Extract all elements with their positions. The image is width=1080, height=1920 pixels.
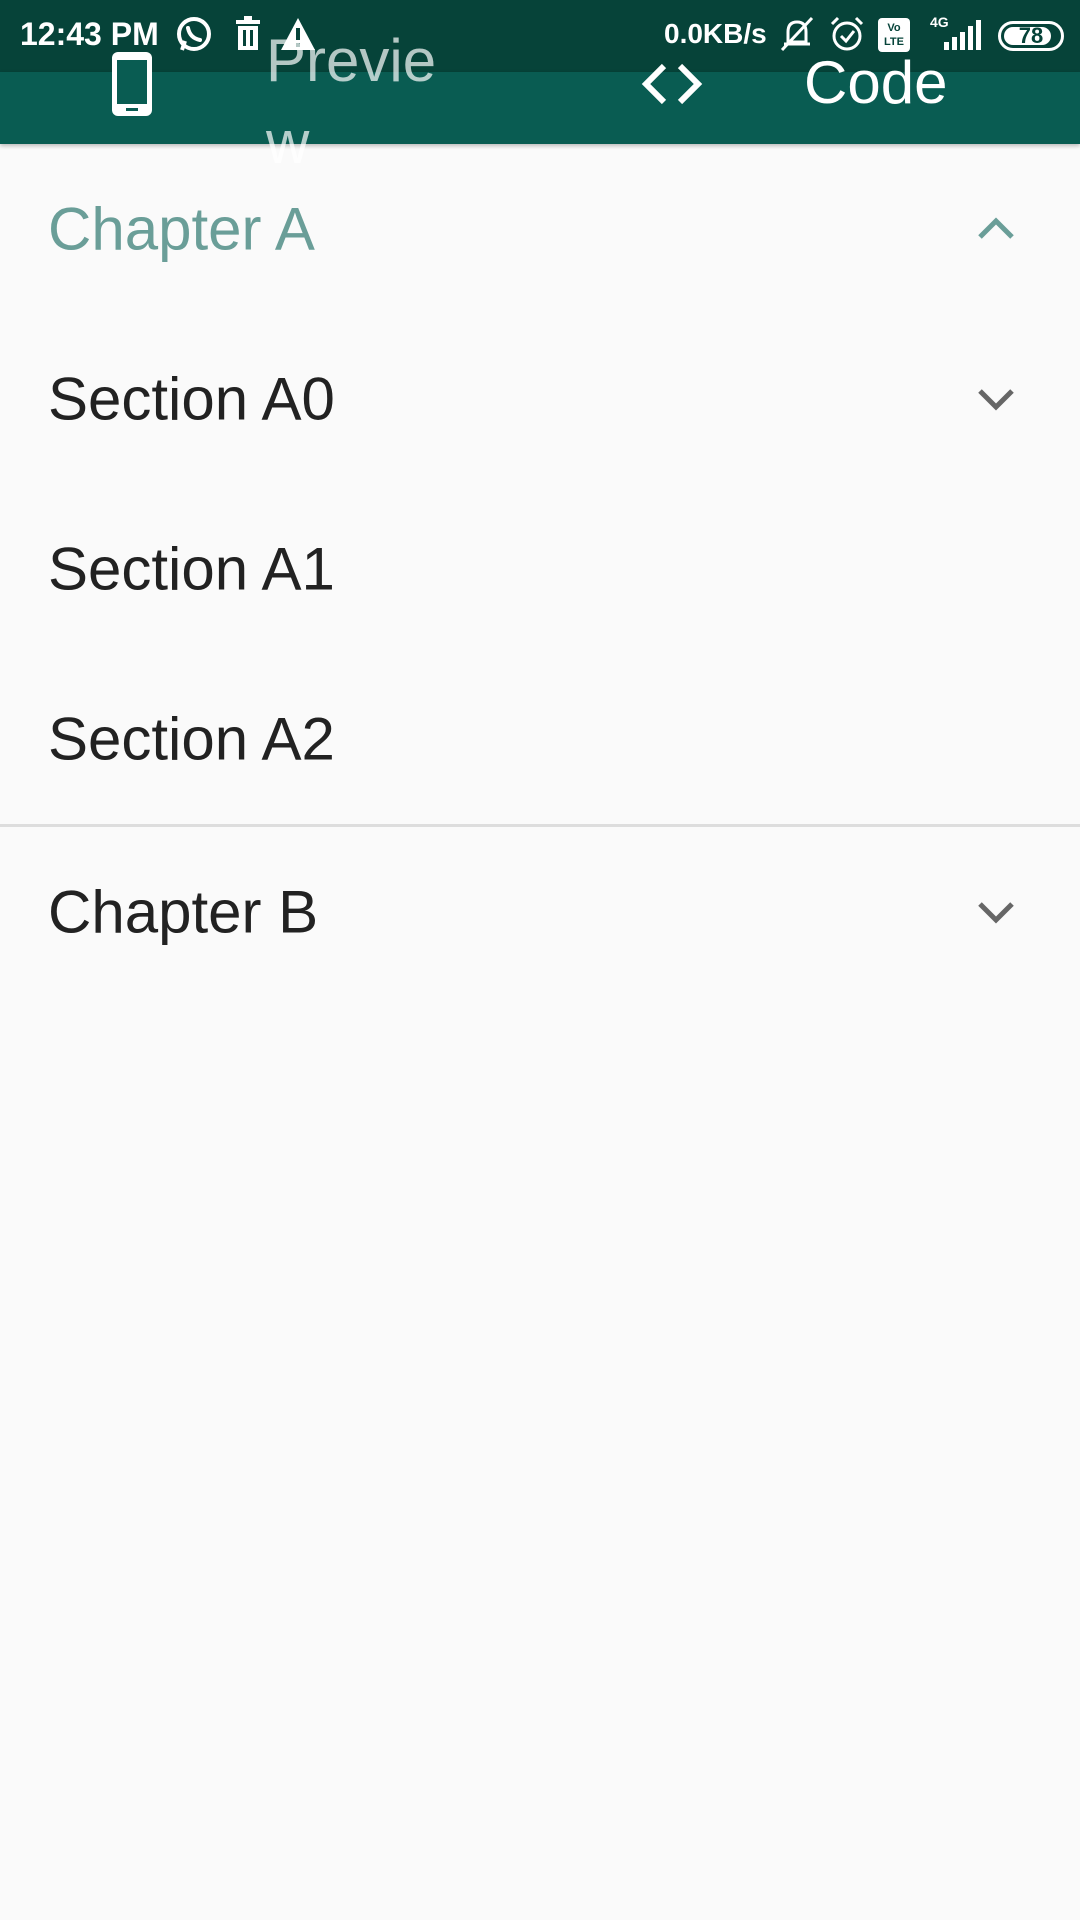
phone-icon [112,52,152,116]
tab-preview-label[interactable]: Preview [266,20,446,184]
chapter-a-label: Chapter A [48,195,315,263]
volte-icon: Vo LTE [878,18,910,52]
chapter-a-header[interactable]: Chapter A [0,144,1080,314]
tab-code-label[interactable]: Code [804,48,947,117]
chevron-down-icon[interactable] [972,375,1020,423]
chevron-up-icon[interactable] [972,205,1020,253]
section-a1-row[interactable]: Section A1 [0,484,1080,654]
battery-level: 78 [1018,23,1044,48]
chapter-b-header[interactable]: Chapter B [0,827,1080,997]
chapter-b-label: Chapter B [48,878,319,946]
code-icon [641,63,703,105]
chevron-down-icon[interactable] [972,888,1020,936]
battery-icon: 78 [998,21,1064,51]
section-a2-label: Section A2 [48,705,335,773]
section-a0-label: Section A0 [48,365,335,433]
section-a1-label: Section A1 [48,535,335,603]
section-a2-row[interactable]: Section A2 [0,654,1080,824]
section-a0-row[interactable]: Section A0 [0,314,1080,484]
chapter-list: Chapter A Section A0 Section A1 Section … [0,144,1080,997]
trash-icon [236,16,260,50]
signal-icon [944,20,981,50]
whatsapp-icon [177,17,211,51]
status-time: 12:43 PM [20,16,159,52]
volte-label: Vo LTE [884,22,904,48]
network-speed: 0.0KB/s [664,18,767,49]
